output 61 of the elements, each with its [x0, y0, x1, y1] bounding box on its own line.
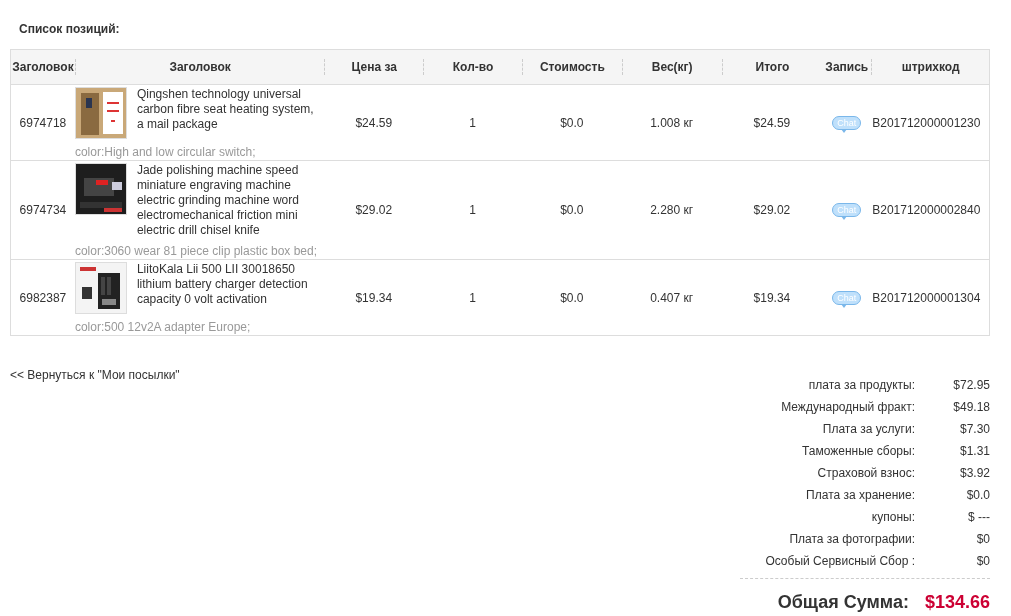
product-title: Jade polishing machine speed miniature engraving machine electric grinding machine word electromechanical friction mini electric drill chisel knife — [136, 163, 300, 238]
table-cell-text: $24.59 — [355, 114, 393, 132]
fee-label: купоны: — [871, 509, 915, 526]
fee-value: $49.18 — [953, 399, 990, 416]
table-cell-text: $19.34 — [355, 289, 393, 307]
chat-button[interactable]: Chat — [832, 115, 862, 130]
column-header: Заголовок — [169, 59, 231, 76]
table-cell-text: B201712000001230 — [872, 114, 981, 132]
back-link[interactable]: << Вернуться к "Мои посылки" — [10, 368, 180, 382]
fee-value: $1.31 — [959, 443, 990, 460]
fee-label: Плата за услуги: — [822, 421, 915, 438]
fee-label: Плата за хранение: — [806, 487, 915, 504]
table-cell-text: $19.34 — [753, 289, 791, 307]
fee-value: $72.95 — [953, 377, 990, 394]
table-cell-text: $29.02 — [753, 202, 791, 219]
fee-value: $ --- — [968, 509, 990, 526]
fee-value: $3.92 — [959, 465, 990, 482]
fee-value: $7.30 — [959, 421, 990, 438]
fee-label: Страховой взнос: — [817, 465, 915, 482]
table-cell-text: 0.407 кг — [650, 289, 694, 307]
table-cell-text: 2.280 кг — [650, 202, 694, 219]
section-title: Список позиций: — [18, 21, 121, 38]
table-cell-text: $29.02 — [355, 202, 393, 219]
grand-total-label: Общая Сумма: — [777, 591, 909, 614]
fee-label: Международный фракт: — [781, 399, 915, 416]
table-cell-text: 1 — [469, 114, 476, 132]
product-title: Qingshen technology universal carbon fibre seat heating system, a mail package — [136, 87, 315, 132]
table-cell-text: 6974734 — [19, 202, 67, 219]
fee-label: Таможенные сборы: — [801, 443, 915, 460]
fee-value: $0 — [976, 553, 990, 570]
fee-value: $0.0 — [966, 487, 990, 504]
column-header: Вес(кг) — [651, 59, 693, 76]
fee-label: Особый Сервисный Сбор : — [765, 553, 915, 570]
fee-label: Плата за фотографии: — [789, 531, 915, 548]
table-cell-text: B201712000002840 — [872, 202, 981, 219]
fee-value: $0 — [976, 531, 990, 548]
table-cell-text: 1 — [469, 289, 476, 307]
product-title: LiitoKala Lii 500 LII 30018650 lithium battery charger detection capacity 0 volt activation — [136, 262, 309, 307]
table-cell-text: $0.0 — [560, 114, 584, 132]
product-option: color:High and low circular switch; — [74, 145, 325, 159]
grand-total-value: $134.66 — [924, 591, 990, 614]
column-header: Итого — [755, 59, 790, 76]
table-cell-text: $0.0 — [560, 202, 584, 219]
table-cell-text: 6974718 — [19, 114, 67, 132]
chat-button[interactable]: Chat — [832, 290, 862, 305]
column-header: Стоимость — [539, 59, 605, 76]
table-cell-text: 6982387 — [19, 289, 67, 307]
table-cell-text: 1.008 кг — [650, 114, 694, 132]
table-cell-text: $24.59 — [753, 114, 791, 132]
column-header: Заголовок — [12, 59, 74, 76]
table-cell-text: B201712000001304 — [872, 289, 981, 307]
product-option: color:500 12v2A adapter Europe; — [74, 320, 325, 334]
chat-button[interactable]: Chat — [832, 203, 862, 217]
product-option: color:3060 wear 81 piece clip plastic box bed; — [74, 244, 325, 258]
fee-label: плата за продукты: — [808, 377, 915, 394]
table-cell-text: $0.0 — [560, 289, 584, 307]
column-header: Кол-во — [452, 59, 494, 76]
column-header: штрихкод — [901, 59, 960, 76]
table-cell-text: 1 — [469, 202, 476, 219]
column-header: Запись — [825, 59, 869, 76]
column-header: Цена за — [351, 59, 397, 76]
